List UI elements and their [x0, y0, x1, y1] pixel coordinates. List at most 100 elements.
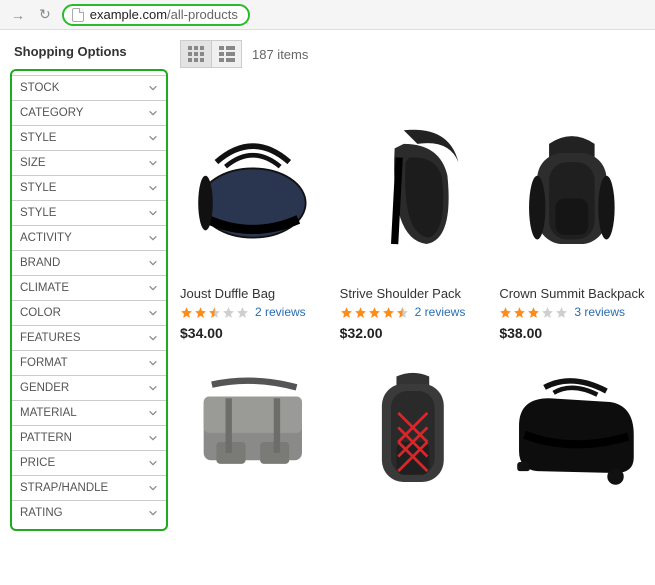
nav-forward-icon[interactable]: → [8, 7, 28, 23]
product-price: $32.00 [340, 325, 486, 341]
list-icon [219, 46, 235, 62]
stars [180, 306, 249, 319]
filter-style[interactable]: STYLE [12, 201, 166, 226]
filter-gender[interactable]: GENDER [12, 376, 166, 401]
stars [499, 306, 568, 319]
chevron-down-icon [148, 283, 158, 293]
filter-climate[interactable]: CLIMATE [12, 276, 166, 301]
filter-style[interactable]: STYLE [12, 126, 166, 151]
chevron-down-icon [148, 108, 158, 118]
stars [340, 306, 409, 319]
filter-label: SIZE [20, 157, 46, 169]
rating-row: 2 reviews [180, 305, 326, 319]
star-icon [340, 306, 353, 319]
chevron-down-icon [148, 208, 158, 218]
chevron-down-icon [148, 333, 158, 343]
rating-row: 3 reviews [499, 305, 645, 319]
product-name: Strive Shoulder Pack [340, 286, 486, 301]
chevron-down-icon [148, 258, 158, 268]
filter-category[interactable]: CATEGORY [12, 101, 166, 126]
filter-material[interactable]: MATERIAL [12, 401, 166, 426]
filter-label: STRAP/HANDLE [20, 482, 108, 494]
product-card[interactable] [499, 355, 645, 505]
filter-color[interactable]: COLOR [12, 301, 166, 326]
reviews-link[interactable]: 2 reviews [255, 305, 306, 319]
filter-label: FEATURES [20, 332, 81, 344]
reviews-link[interactable]: 3 reviews [574, 305, 625, 319]
filter-label: CATEGORY [20, 107, 83, 119]
filter-label: FORMAT [20, 357, 68, 369]
filter-label: MATERIAL [20, 407, 77, 419]
filter-format[interactable]: FORMAT [12, 351, 166, 376]
filter-stock[interactable]: STOCK [12, 75, 166, 101]
chevron-down-icon [148, 233, 158, 243]
product-name: Crown Summit Backpack [499, 286, 645, 301]
list-view-button[interactable] [211, 41, 241, 67]
chevron-down-icon [148, 308, 158, 318]
star-icon [194, 306, 207, 319]
filter-label: RATING [20, 507, 63, 519]
view-toggle [180, 40, 242, 68]
star-icon [555, 306, 568, 319]
rating-row: 2 reviews [340, 305, 486, 319]
filter-label: COLOR [20, 307, 61, 319]
product-image [340, 355, 486, 505]
reviews-link[interactable]: 2 reviews [415, 305, 466, 319]
filter-label: ACTIVITY [20, 232, 72, 244]
item-count: 187 items [252, 47, 308, 62]
filter-features[interactable]: FEATURES [12, 326, 166, 351]
filter-label: STYLE [20, 132, 56, 144]
grid-view-button[interactable] [181, 41, 211, 67]
reload-icon[interactable]: ↻ [36, 6, 54, 23]
star-icon [368, 306, 381, 319]
filter-label: STYLE [20, 207, 56, 219]
filter-price[interactable]: PRICE [12, 451, 166, 476]
filter-brand[interactable]: BRAND [12, 251, 166, 276]
product-card[interactable]: Strive Shoulder Pack 2 reviews $32.00 [340, 90, 486, 341]
chevron-down-icon [148, 458, 158, 468]
chevron-down-icon [148, 183, 158, 193]
filter-rating[interactable]: RATING [12, 501, 166, 525]
filter-label: BRAND [20, 257, 60, 269]
product-card[interactable]: Crown Summit Backpack 3 reviews $38.00 [499, 90, 645, 341]
product-image [499, 355, 645, 505]
chevron-down-icon [148, 483, 158, 493]
chevron-down-icon [148, 408, 158, 418]
product-card[interactable]: Joust Duffle Bag2 reviews$34.00 [180, 90, 326, 341]
url-bar[interactable]: example.com/all-products [62, 4, 250, 26]
url-text: example.com/all-products [90, 7, 238, 22]
chevron-down-icon [148, 133, 158, 143]
chevron-down-icon [148, 158, 158, 168]
chevron-down-icon [148, 358, 158, 368]
main: 187 items Joust Duffle Bag2 reviews$34.0… [168, 40, 645, 531]
star-icon [208, 306, 221, 319]
chevron-down-icon [148, 508, 158, 518]
filter-label: PRICE [20, 457, 55, 469]
filter-label: CLIMATE [20, 282, 69, 294]
chevron-down-icon [148, 383, 158, 393]
filter-strap-handle[interactable]: STRAP/HANDLE [12, 476, 166, 501]
browser-bar: → ↻ example.com/all-products [0, 0, 655, 30]
sidebar: Shopping Options STOCKCATEGORYSTYLESIZES… [10, 40, 168, 531]
product-card[interactable] [180, 355, 326, 505]
filter-pattern[interactable]: PATTERN [12, 426, 166, 451]
star-icon [541, 306, 554, 319]
product-card[interactable] [340, 355, 486, 505]
chevron-down-icon [148, 433, 158, 443]
star-icon [236, 306, 249, 319]
product-price: $38.00 [499, 325, 645, 341]
filter-label: PATTERN [20, 432, 72, 444]
filter-activity[interactable]: ACTIVITY [12, 226, 166, 251]
toolbar: 187 items [180, 40, 645, 68]
filter-size[interactable]: SIZE [12, 151, 166, 176]
product-name: Joust Duffle Bag [180, 286, 326, 301]
chevron-down-icon [148, 83, 158, 93]
filter-label: STYLE [20, 182, 56, 194]
product-image [180, 90, 326, 280]
filter-label: STOCK [20, 82, 59, 94]
filter-style[interactable]: STYLE [12, 176, 166, 201]
star-icon [222, 306, 235, 319]
product-image [499, 90, 645, 280]
star-icon [513, 306, 526, 319]
star-icon [180, 306, 193, 319]
